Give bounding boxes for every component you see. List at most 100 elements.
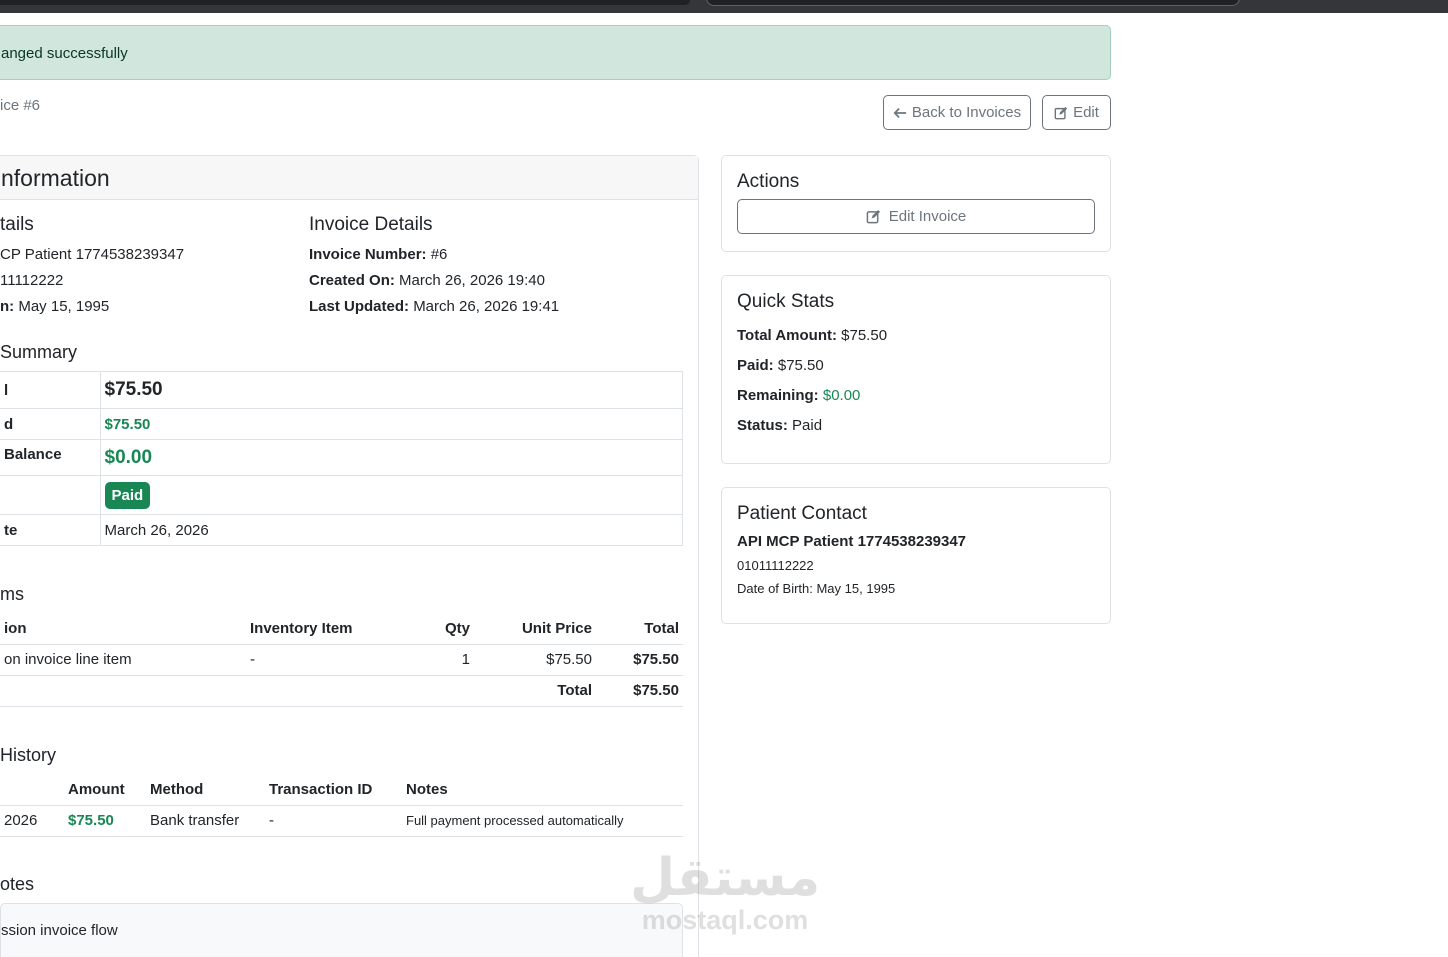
dob-value: May 15, 1995: [18, 298, 110, 315]
contact-name: API MCP Patient 1774538239347: [737, 533, 967, 550]
item-qty: 1: [406, 644, 474, 676]
watermark-latin: mostaql.com: [641, 905, 809, 935]
stat-total-value: $75.50: [841, 327, 888, 344]
summary-table: l $75.50 d $75.50 Balance $0.00 Paid te …: [0, 371, 683, 546]
table-row: 2026 $75.50 Bank transfer - Full payment…: [0, 805, 683, 837]
notes-box: ssion invoice flow: [0, 903, 683, 957]
col-description: ion: [0, 613, 246, 645]
quick-stats-title: Quick Stats: [737, 291, 835, 312]
stat-remaining-value: $0.00: [822, 387, 861, 404]
summary-date-value: March 26, 2026: [99, 514, 683, 546]
patient-contact-title: Patient Contact: [737, 503, 867, 524]
invoice-details-heading: Invoice Details: [309, 214, 433, 235]
alert-text: anged successfully: [1, 45, 128, 62]
summary-total-label: l: [0, 371, 101, 409]
footer-empty-1: [0, 675, 246, 707]
items-footer-label: Total: [474, 675, 596, 707]
created-on-label: Created On:: [309, 272, 395, 289]
back-label: Back to Invoices: [911, 104, 1022, 121]
stat-remaining: Remaining: $0.00: [737, 381, 1095, 411]
payment-notes: Full payment processed automatically: [402, 805, 683, 837]
payment-method: Bank transfer: [146, 805, 265, 837]
stat-paid-label: Paid:: [737, 357, 774, 374]
col-date: [0, 774, 64, 806]
footer-empty-3: [406, 675, 474, 707]
summary-heading: Summary: [0, 342, 78, 362]
watermark-arabic: مستقل: [630, 848, 821, 908]
quick-stats-card: Quick Stats Total Amount: $75.50 Paid: $…: [721, 275, 1111, 464]
last-updated-value: March 26, 2026 19:41: [413, 298, 560, 315]
summary-paid-value: $75.50: [99, 408, 683, 440]
arrow-left-icon: [893, 107, 907, 118]
breadcrumb[interactable]: ice #6: [0, 97, 40, 114]
stat-status: Status: Paid: [737, 411, 1095, 441]
dob-label: n:: [0, 298, 15, 315]
summary-date-label: te: [0, 514, 101, 546]
patient-phone: 11112222: [0, 272, 64, 289]
stat-status-value: Paid: [792, 417, 823, 434]
watermark-logo: مستقل mostaql.com: [630, 850, 820, 945]
card-title: nformation: [1, 165, 110, 191]
stat-total: Total Amount: $75.50: [737, 321, 1095, 351]
summary-total-value: $75.50: [99, 371, 683, 409]
created-on-value: March 26, 2026 19:40: [399, 272, 545, 289]
items-footer-row: Total $75.50: [0, 675, 683, 707]
payment-history-table: Amount Method Transaction ID Notes 2026 …: [0, 774, 683, 837]
edit-icon: [1054, 106, 1068, 119]
item-inventory: -: [246, 644, 406, 676]
payment-transaction-id: -: [265, 805, 402, 837]
summary-row-total: l $75.50: [0, 371, 683, 409]
browser-tab[interactable]: [0, 0, 690, 5]
notes-heading: otes: [0, 874, 35, 894]
edit-label: Edit: [1073, 104, 1099, 121]
edit-icon: [866, 209, 880, 224]
contact-phone: 01011112222: [737, 558, 814, 573]
items-table: ion Inventory Item Qty Unit Price Total …: [0, 613, 683, 707]
contact-dob: Date of Birth: May 15, 1995: [737, 581, 896, 596]
summary-row-status: Paid: [0, 475, 683, 515]
summary-status-label: [0, 475, 101, 515]
success-alert: anged successfully: [0, 25, 1111, 80]
last-updated-label: Last Updated:: [309, 298, 410, 315]
payment-history-heading: History: [0, 745, 57, 765]
summary-balance-value: $0.00: [99, 439, 683, 476]
col-inventory-item: Inventory Item: [246, 613, 406, 645]
col-notes: Notes: [402, 774, 683, 806]
patient-contact-card: Patient Contact API MCP Patient 17745382…: [721, 487, 1111, 624]
col-qty: Qty: [406, 613, 474, 645]
item-total: $75.50: [596, 644, 683, 676]
actions-title: Actions: [737, 171, 800, 192]
edit-invoice-label: Edit Invoice: [888, 208, 967, 225]
back-to-invoices-button[interactable]: Back to Invoices: [883, 95, 1031, 130]
items-heading: ms: [0, 584, 24, 604]
created-on: Created On: March 26, 2026 19:40: [309, 272, 545, 289]
patient-name: CP Patient 1774538239347: [0, 246, 185, 263]
notes-text: ssion invoice flow: [1, 922, 118, 939]
edit-button[interactable]: Edit: [1042, 95, 1111, 130]
payment-date: 2026: [0, 805, 64, 837]
summary-row-paid: d $75.50: [0, 408, 683, 440]
patient-dob: n: May 15, 1995: [0, 298, 109, 315]
stat-paid-value: $75.50: [777, 357, 824, 374]
summary-status-cell: Paid: [99, 475, 683, 515]
col-method: Method: [146, 774, 265, 806]
status-badge: Paid: [104, 481, 151, 509]
summary-balance-label: Balance: [0, 439, 101, 476]
item-unit-price: $75.50: [474, 644, 596, 676]
invoice-number: Invoice Number: #6: [309, 246, 447, 263]
items-footer-value: $75.50: [596, 675, 683, 707]
payments-header-row: Amount Method Transaction ID Notes: [0, 774, 683, 806]
stat-total-label: Total Amount:: [737, 327, 837, 344]
footer-empty-2: [246, 675, 406, 707]
address-bar[interactable]: [706, 0, 1240, 6]
last-updated: Last Updated: March 26, 2026 19:41: [309, 298, 559, 315]
patient-details-heading: tails: [0, 214, 34, 235]
summary-row-balance: Balance $0.00: [0, 439, 683, 476]
actions-card: Actions Edit Invoice: [721, 155, 1111, 252]
item-description: on invoice line item: [0, 644, 246, 676]
edit-invoice-button[interactable]: Edit Invoice: [737, 199, 1095, 234]
stat-status-label: Status:: [737, 417, 788, 434]
items-header-row: ion Inventory Item Qty Unit Price Total: [0, 613, 683, 645]
col-total: Total: [596, 613, 683, 645]
col-transaction-id: Transaction ID: [265, 774, 402, 806]
